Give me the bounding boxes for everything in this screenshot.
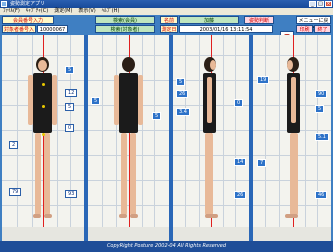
measure-tag: 12 xyxy=(65,89,78,97)
measure-tag: 26 xyxy=(234,191,247,199)
title-bar: 姿勢測定アプリ _ □ × xyxy=(0,0,333,8)
client-number-label: 対象者番号入力 xyxy=(2,25,36,41)
minimize-icon[interactable]: _ xyxy=(309,1,316,7)
side-right-view-panel: 5 26 0 3.4 14 26 xyxy=(173,35,249,241)
measure-tag: 5.1 xyxy=(315,133,329,141)
close-icon[interactable]: × xyxy=(325,1,332,7)
photo-stage: 5 12 5 0 2 79 93 5 5 5 26 0 3.4 14 26 19… xyxy=(2,35,331,241)
measure-tag: 7 xyxy=(257,159,267,167)
measure-tag: 5 xyxy=(315,105,325,113)
measure-tag: 93 xyxy=(65,190,78,198)
measure-tag: 90 xyxy=(315,90,328,98)
print-button[interactable]: 印刷 xyxy=(296,25,313,33)
menu-return-button[interactable]: メニューに戻る xyxy=(296,16,331,32)
measure-tag: 0 xyxy=(234,99,244,107)
measure-tag: 0 xyxy=(65,124,75,132)
floor xyxy=(253,227,331,241)
client-number-field[interactable]: 10000067 xyxy=(37,25,68,33)
menu-file[interactable]: ﾌｧｲﾙ(F) xyxy=(3,8,20,15)
posture-judge-button[interactable]: 姿勢判断 xyxy=(244,16,274,24)
front-view-panel: 5 12 5 0 2 79 93 xyxy=(2,35,84,241)
menu-help[interactable]: ﾍﾙﾌﾟ(H) xyxy=(102,8,120,15)
maximize-icon[interactable]: □ xyxy=(317,1,324,7)
name-label: 名前 xyxy=(160,16,178,24)
window-title: 姿勢測定アプリ xyxy=(10,1,46,7)
measure-tag: 2 xyxy=(9,141,19,149)
toolbar: 会員番号入力 対象者番号入力 10000067 検索(会員) 検索(対象者) 名… xyxy=(0,15,333,47)
measure-tag: 19 xyxy=(257,76,270,84)
measure-tag: 3.4 xyxy=(176,108,190,116)
client-number-button[interactable]: 会員番号入力 xyxy=(2,16,54,24)
search-member-button[interactable]: 検索(会員) xyxy=(95,16,155,24)
measure-tag: 14 xyxy=(234,158,247,166)
measure-tag: 46 xyxy=(315,191,328,199)
menu-bar: ﾌｧｲﾙ(F) ｷｬﾌﾟﾁｬ(C) 測定(M) 表示(V) ﾍﾙﾌﾟ(H) xyxy=(0,8,333,15)
floor xyxy=(88,227,169,241)
menu-capture[interactable]: ｷｬﾌﾟﾁｬ(C) xyxy=(26,8,48,15)
app-window: 姿勢測定アプリ _ □ × ﾌｧｲﾙ(F) ｷｬﾌﾟﾁｬ(C) 測定(M) 表示… xyxy=(0,0,333,252)
menu-view[interactable]: 表示(V) xyxy=(78,8,95,15)
measure-tag: 5 xyxy=(91,97,101,105)
side-left-view-panel: 19 90 5 5.1 7 46 xyxy=(253,35,331,241)
date-select[interactable]: 2003/01/16 13:11:54 xyxy=(179,25,273,33)
app-icon xyxy=(1,1,7,7)
floor xyxy=(2,227,84,241)
back-view-panel: 5 5 xyxy=(88,35,169,241)
window-controls: _ □ × xyxy=(309,1,332,7)
measure-tag: 5 xyxy=(152,112,162,120)
menu-measure[interactable]: 測定(M) xyxy=(54,8,72,15)
floor xyxy=(173,227,249,241)
measure-tag: 5 xyxy=(65,103,75,111)
name-field[interactable]: 加藤 xyxy=(179,16,239,24)
measure-date-label: 測定日付 xyxy=(160,25,178,41)
copyright-footer: CopyRight Posture 2002-04 All Rights Res… xyxy=(0,241,333,252)
search-subject-button[interactable]: 検索(対象者) xyxy=(95,25,155,33)
measure-tag: 5 xyxy=(176,78,186,86)
measure-tag: 79 xyxy=(9,188,22,196)
measure-tag: 26 xyxy=(176,90,189,98)
measure-tag: 5 xyxy=(65,66,75,74)
exit-button[interactable]: 終了 xyxy=(314,25,331,33)
